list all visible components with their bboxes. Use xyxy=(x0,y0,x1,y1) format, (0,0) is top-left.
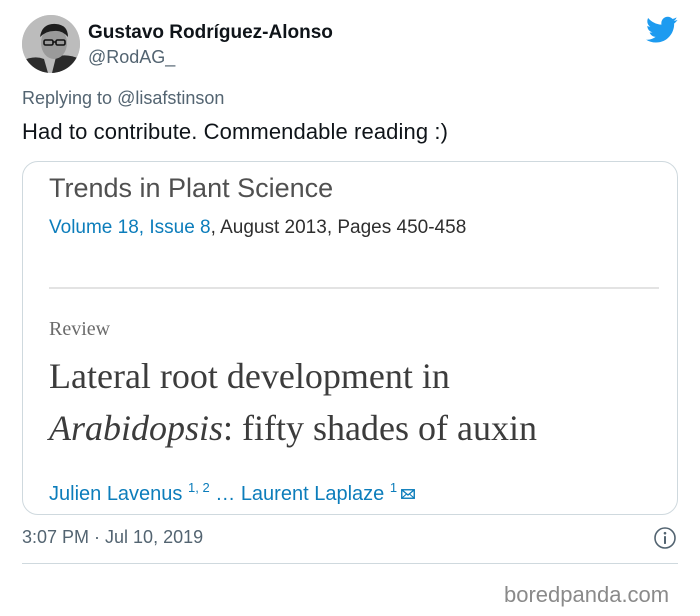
article-title-line1: Lateral root development in xyxy=(49,356,450,396)
tweet-timestamp[interactable]: 3:07 PM · Jul 10, 2019 xyxy=(22,527,203,548)
author-link-1[interactable]: Julien Lavenus xyxy=(49,483,182,505)
avatar[interactable] xyxy=(22,15,80,73)
info-icon[interactable] xyxy=(653,526,677,550)
article-title-italic: Arabidopsis xyxy=(49,408,224,448)
author-1-affiliation: 1, 2 xyxy=(188,480,210,495)
avatar-photo xyxy=(22,15,80,73)
author-link-2[interactable]: Laurent Laplaze xyxy=(241,483,384,505)
author-name[interactable]: Gustavo Rodríguez-Alonso xyxy=(88,22,333,44)
author-handle[interactable]: @RodAG_ xyxy=(88,47,175,68)
footer-divider xyxy=(22,563,678,564)
article-title-rest: : fifty shades of auxin xyxy=(223,408,537,448)
replying-to-label: Replying to xyxy=(22,88,118,108)
envelope-icon[interactable] xyxy=(401,489,416,499)
volume-line: Volume 18, Issue 8, August 2013, Pages 4… xyxy=(49,217,466,239)
journal-title: Trends in Plant Science xyxy=(49,173,334,203)
author-2-affiliation: 1 xyxy=(389,480,398,495)
authors-ellipsis: … xyxy=(209,483,241,505)
replying-to-line: Replying to @lisafstinson xyxy=(22,88,224,109)
article-title: Lateral root development in Arabidopsis: … xyxy=(49,350,669,454)
reply-handle-link[interactable]: @lisafstinson xyxy=(117,88,224,108)
article-card[interactable]: Trends in Plant Science Volume 18, Issue… xyxy=(22,161,678,515)
volume-issue-link[interactable]: Volume 18, Issue 8 xyxy=(49,217,211,238)
authors-line: Julien Lavenus 1, 2 … Laurent Laplaze 1 xyxy=(49,480,416,506)
card-divider xyxy=(49,287,659,289)
tweet-text: Had to contribute. Commendable reading :… xyxy=(22,119,448,144)
watermark: boredpanda.com xyxy=(504,582,670,607)
article-type: Review xyxy=(49,318,111,340)
twitter-bird-icon[interactable] xyxy=(646,16,678,44)
issue-details: , August 2013, Pages 450-458 xyxy=(210,217,467,238)
